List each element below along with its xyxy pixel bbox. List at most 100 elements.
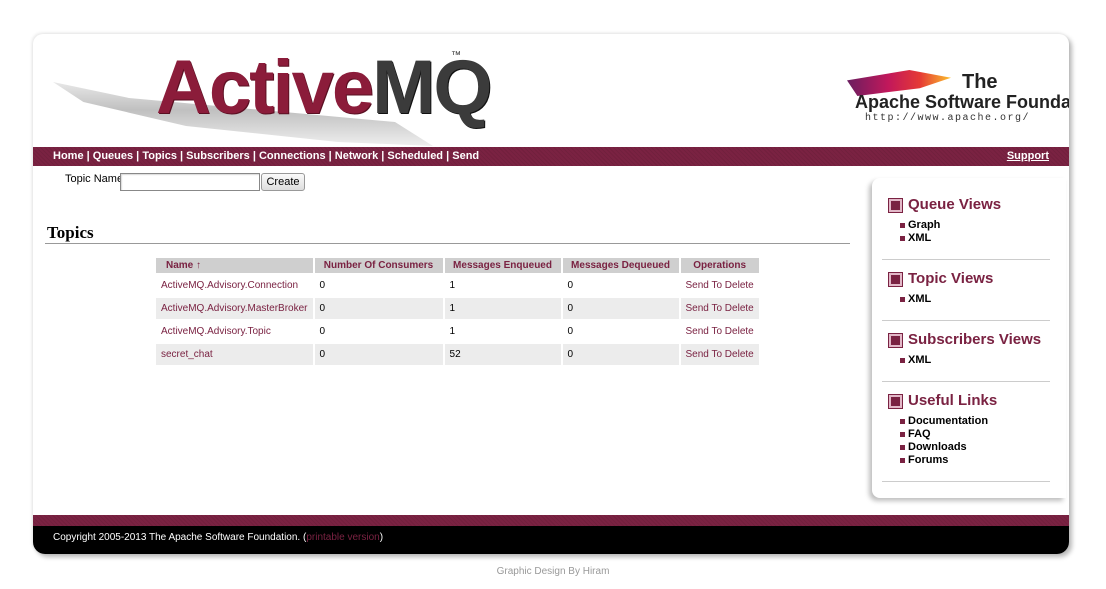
send-to-delete-link[interactable]: Send To Delete	[686, 303, 754, 314]
sidebar-list: Documentation FAQ Downloads Forums	[888, 415, 1052, 467]
sidebar-section-useful-links: Useful Links Documentation FAQ Downloads For…	[888, 392, 1052, 467]
sidebar-item: Downloads	[888, 441, 1052, 454]
send-to-delete-link[interactable]: Send To Delete	[686, 326, 754, 337]
sidebar-link-documentation[interactable]: Documentation	[908, 415, 988, 427]
nav-link-send[interactable]: Send	[452, 150, 479, 162]
sidebar-item: Documentation	[888, 415, 1052, 428]
nav-separator: |	[83, 150, 93, 162]
sidebar-item: FAQ	[888, 428, 1052, 441]
nav-link-scheduled[interactable]: Scheduled	[387, 150, 443, 162]
section-bullet-icon	[889, 199, 902, 212]
nav-link-network[interactable]: Network	[335, 150, 378, 162]
topic-name-label: Topic Name	[65, 173, 124, 185]
sidebar: Queue Views Graph XML Topic Views XML Subscri…	[872, 178, 1066, 498]
square-bullet-icon	[900, 358, 905, 363]
send-to-delete-cell: Send To Delete	[680, 321, 759, 342]
column-header-dequeued[interactable]: Messages Dequeued	[562, 258, 679, 273]
footer-stripe	[33, 515, 1069, 526]
nav-link-topics[interactable]: Topics	[142, 150, 177, 162]
sidebar-list: XML	[888, 293, 1052, 306]
sidebar-link-faq[interactable]: FAQ	[908, 428, 931, 440]
table-row: ActiveMQ.Advisory.Topic 0 1 0 Send To Delete	[156, 321, 759, 342]
sidebar-heading-text: Queue Views	[908, 196, 1002, 213]
sidebar-link-forums[interactable]: Forums	[908, 454, 948, 466]
send-to-delete-link[interactable]: Send To Delete	[686, 280, 754, 291]
square-bullet-icon	[900, 223, 905, 228]
enqueued-cell: 52	[444, 344, 561, 365]
sidebar-list: Graph XML	[888, 219, 1052, 245]
table-row: ActiveMQ.Advisory.MasterBroker 0 1 0 Send To…	[156, 298, 759, 319]
nav-bar: Home | Queues | Topics | Subscribers | C…	[33, 147, 1069, 166]
square-bullet-icon	[900, 419, 905, 424]
nav-separator: |	[176, 150, 187, 162]
sidebar-heading-text: Useful Links	[908, 392, 998, 409]
sidebar-link-xml[interactable]: XML	[908, 354, 931, 366]
nav-link-support[interactable]: Support	[1007, 150, 1049, 162]
design-credit: Graphic Design By Hiram	[496, 566, 610, 577]
logo-mq-text: MQ	[372, 45, 492, 130]
sidebar-item: XML	[888, 232, 1052, 245]
column-header-consumers[interactable]: Number Of Consumers	[314, 258, 443, 273]
topic-name-link[interactable]: ActiveMQ.Advisory.Connection	[161, 280, 298, 291]
sidebar-divider	[882, 320, 1050, 321]
topic-name-link[interactable]: ActiveMQ.Advisory.MasterBroker	[161, 303, 308, 314]
nav-separator: |	[133, 150, 143, 162]
send-to-delete-cell: Send To Delete	[680, 344, 759, 365]
apache-name-text: Apache Software Foundation	[855, 92, 1069, 112]
consumers-cell: 0	[314, 321, 443, 342]
sidebar-divider	[882, 381, 1050, 382]
apache-url-text: http://www.apache.org/	[865, 113, 1031, 124]
apache-the-text: The	[962, 71, 998, 93]
consumers-cell: 0	[314, 344, 443, 365]
nav-link-subscribers[interactable]: Subscribers	[186, 150, 250, 162]
sidebar-link-downloads[interactable]: Downloads	[908, 441, 967, 453]
topic-name-link[interactable]: ActiveMQ.Advisory.Topic	[161, 326, 271, 337]
sidebar-item: XML	[888, 293, 1052, 306]
nav-links: Home | Queues | Topics | Subscribers | C…	[53, 150, 479, 162]
activemq-logo[interactable]: ActiveMQ ™	[53, 46, 493, 146]
column-header-enqueued[interactable]: Messages Enqueued	[444, 258, 561, 273]
consumers-cell: 0	[314, 275, 443, 296]
send-to-delete-link[interactable]: Send To Delete	[686, 349, 754, 360]
send-to-delete-cell: Send To Delete	[680, 298, 759, 319]
table-row: secret_chat 0 52 0 Send To Delete	[156, 344, 759, 365]
footer: Copyright 2005-2013 The Apache Software …	[33, 526, 1069, 554]
topics-table-body: ActiveMQ.Advisory.Connection 0 1 0 Send To D…	[156, 275, 759, 365]
nav-link-home[interactable]: Home	[53, 150, 84, 162]
sidebar-section-topic-views: Topic Views XML	[888, 270, 1052, 306]
printable-version-link[interactable]: printable version	[306, 532, 379, 543]
section-bullet-icon	[889, 273, 902, 286]
dequeued-cell: 0	[562, 321, 679, 342]
nav-link-queues[interactable]: Queues	[93, 150, 133, 162]
create-button[interactable]: Create	[261, 173, 305, 191]
sidebar-heading: Queue Views	[888, 196, 1052, 214]
topic-name-link[interactable]: secret_chat	[161, 349, 213, 360]
sidebar-heading-text: Topic Views	[908, 270, 994, 287]
enqueued-cell: 1	[444, 275, 561, 296]
sidebar-link-graph[interactable]: Graph	[908, 219, 940, 231]
column-header-name[interactable]: Name ↑	[156, 258, 313, 273]
sidebar-item: Graph	[888, 219, 1052, 232]
copyright-text: Copyright 2005-2013 The Apache Software …	[53, 532, 307, 543]
apache-logo[interactable]: The Apache Software Foundation http://ww…	[845, 60, 1069, 130]
header: ActiveMQ ™ The Apache Software Foundatio…	[33, 34, 1069, 146]
copyright-close: )	[379, 532, 384, 543]
square-bullet-icon	[900, 236, 905, 241]
square-bullet-icon	[900, 297, 905, 302]
section-bullet-icon	[889, 334, 902, 347]
nav-link-connections[interactable]: Connections	[259, 150, 326, 162]
sidebar-section-queue-views: Queue Views Graph XML	[888, 196, 1052, 245]
footer-copyright: Copyright 2005-2013 The Apache Software …	[53, 532, 383, 543]
send-to-delete-cell: Send To Delete	[680, 275, 759, 296]
square-bullet-icon	[900, 458, 905, 463]
topic-name-input[interactable]	[120, 173, 260, 191]
square-bullet-icon	[900, 445, 905, 450]
activemq-logo-text: ActiveMQ	[156, 50, 493, 126]
sidebar-link-xml[interactable]: XML	[908, 232, 931, 244]
enqueued-cell: 1	[444, 321, 561, 342]
sidebar-heading: Subscribers Views	[888, 331, 1052, 349]
sidebar-item: XML	[888, 354, 1052, 367]
sidebar-heading: Topic Views	[888, 270, 1052, 288]
sidebar-list: XML	[888, 354, 1052, 367]
sidebar-link-xml[interactable]: XML	[908, 293, 931, 305]
